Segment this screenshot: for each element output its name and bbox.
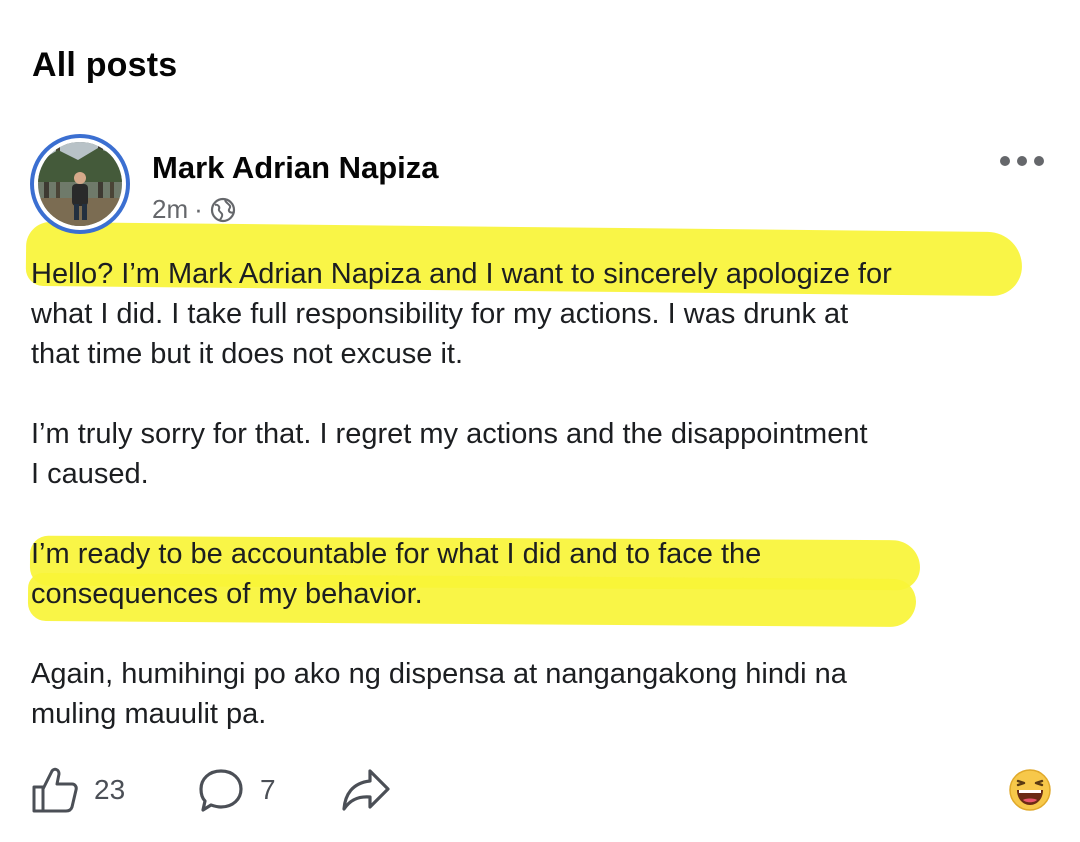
- laughing-emoji-icon[interactable]: [1008, 768, 1052, 812]
- post-paragraph: Hello? I’m Mark Adrian Napiza and I want…: [31, 258, 892, 370]
- meta-separator: ·: [194, 194, 203, 224]
- more-options-icon[interactable]: [1000, 150, 1044, 172]
- post-meta: 2m ·: [152, 194, 237, 225]
- comment-bubble-icon: [199, 769, 243, 812]
- share-button[interactable]: [340, 762, 392, 818]
- post-body: Hello? I’m Mark Adrian Napiza and I want…: [31, 254, 1051, 774]
- post-header: Mark Adrian Napiza 2m ·: [30, 134, 1050, 234]
- page-title: All posts: [32, 46, 178, 84]
- share-arrow-icon: [342, 769, 390, 811]
- post-time[interactable]: 2m: [152, 194, 188, 225]
- author-name[interactable]: Mark Adrian Napiza: [152, 150, 439, 186]
- comment-count: 7: [260, 774, 276, 805]
- like-count: 23: [94, 774, 126, 805]
- post-paragraph: Again, humihingi po ako ng dispensa at n…: [31, 658, 847, 730]
- like-button[interactable]: 23: [30, 762, 125, 818]
- globe-icon[interactable]: [209, 196, 237, 224]
- post-actions: 23 7: [30, 762, 1052, 822]
- thumbs-up-icon: [32, 767, 78, 813]
- comment-button[interactable]: 7: [196, 762, 276, 818]
- avatar[interactable]: [30, 134, 130, 234]
- post-paragraph: I’m truly sorry for that. I regret my ac…: [31, 418, 868, 490]
- post-paragraph: I’m ready to be accountable for what I d…: [31, 538, 762, 610]
